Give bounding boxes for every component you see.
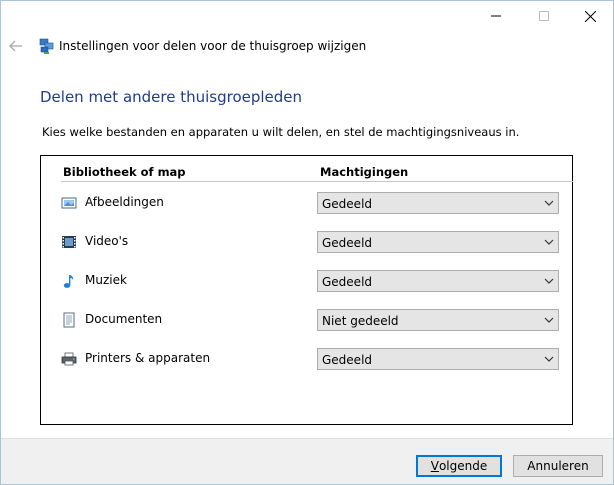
library-label: Muziek	[85, 273, 127, 287]
close-button[interactable]	[567, 1, 613, 31]
library-label: Video's	[85, 234, 129, 248]
sharing-panel: Bibliotheek of map Machtigingen Afbeeldi…	[40, 155, 573, 425]
library-label: Documenten	[85, 312, 163, 326]
next-button-label: olgende	[438, 459, 488, 473]
library-label: Afbeeldingen	[85, 195, 164, 209]
cancel-button[interactable]: Annuleren	[513, 455, 603, 477]
column-header-permissions: Machtigingen	[320, 165, 409, 179]
next-button-accelerator: V	[430, 459, 439, 473]
homegroup-settings-window: Instellingen voor delen voor de thuisgro…	[0, 0, 614, 485]
music-icon	[63, 275, 74, 288]
chevron-down-icon	[544, 317, 554, 323]
permission-select[interactable]: Gedeeld	[317, 348, 559, 370]
column-header-library: Bibliotheek of map	[63, 165, 186, 179]
page-title: Instellingen voor delen voor de thuisgro…	[59, 39, 367, 53]
minimize-icon	[491, 15, 501, 17]
cancel-button-label: Annuleren	[527, 459, 589, 473]
instruction-text: Kies welke bestanden en apparaten u wilt…	[42, 125, 520, 139]
navigation-bar: Instellingen voor delen voor de thuisgro…	[1, 31, 613, 61]
dialog-footer: Volgende Annuleren	[1, 438, 613, 484]
library-label: Printers & apparaten	[85, 351, 211, 365]
maximize-icon	[539, 11, 549, 21]
list-item: Muziek Gedeeld	[41, 269, 572, 293]
next-button[interactable]: Volgende	[416, 455, 502, 477]
pictures-icon	[61, 197, 77, 209]
permission-select[interactable]: Gedeeld	[317, 192, 559, 214]
chevron-down-icon	[544, 200, 554, 206]
chevron-down-icon	[544, 278, 554, 284]
permission-value: Gedeeld	[322, 197, 373, 211]
maximize-button[interactable]	[521, 1, 567, 31]
title-bar	[1, 1, 613, 31]
section-heading: Delen met andere thuisgroepleden	[40, 88, 303, 106]
list-item: Documenten Niet gedeeld	[41, 308, 572, 332]
permission-select[interactable]: Niet gedeeld	[317, 309, 559, 331]
homegroup-icon	[39, 38, 54, 54]
back-button[interactable]	[7, 37, 25, 55]
documents-icon	[63, 312, 75, 328]
permission-value: Gedeeld	[322, 236, 373, 250]
header-divider	[61, 181, 573, 182]
permission-value: Gedeeld	[322, 275, 373, 289]
permission-value: Gedeeld	[322, 353, 373, 367]
chevron-down-icon	[544, 239, 554, 245]
list-item: Afbeeldingen Gedeeld	[41, 191, 572, 215]
permission-value: Niet gedeeld	[322, 314, 399, 328]
permission-select[interactable]: Gedeeld	[317, 231, 559, 253]
videos-icon	[62, 236, 76, 248]
back-arrow-icon	[9, 40, 22, 52]
minimize-button[interactable]	[473, 1, 519, 31]
list-item: Video's Gedeeld	[41, 230, 572, 254]
printer-icon	[61, 352, 77, 366]
permission-select[interactable]: Gedeeld	[317, 270, 559, 292]
list-item: Printers & apparaten Gedeeld	[41, 347, 572, 371]
chevron-down-icon	[544, 356, 554, 362]
close-icon	[584, 10, 596, 22]
